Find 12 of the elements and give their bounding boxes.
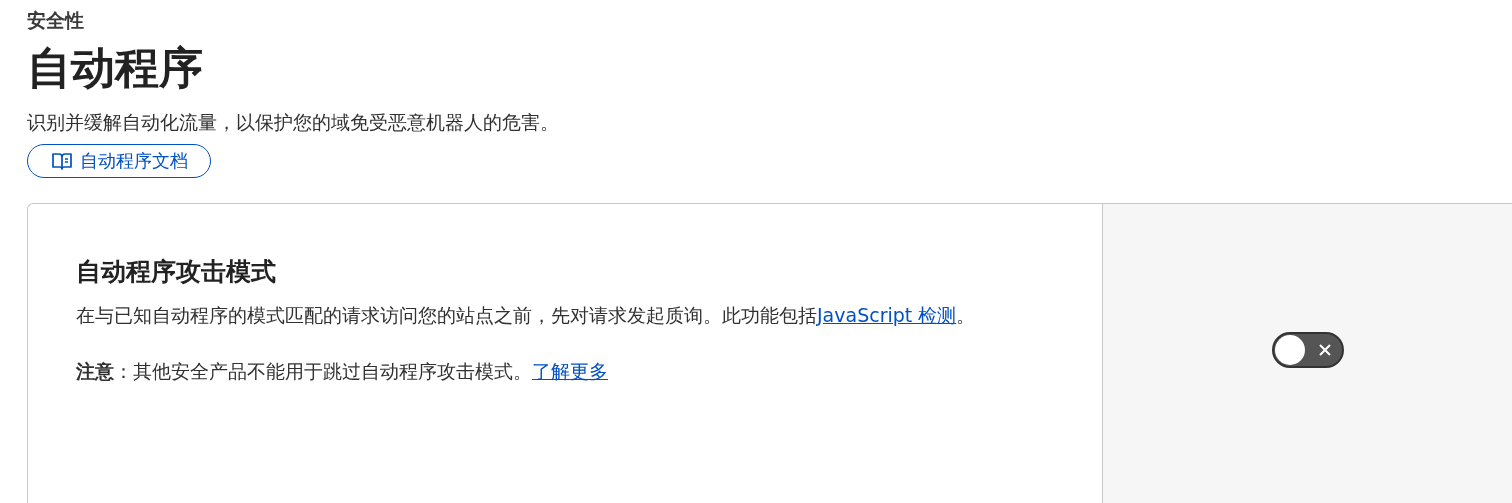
- page-title: 自动程序: [27, 41, 204, 95]
- toggle-switch[interactable]: [1271, 332, 1344, 368]
- book-icon: [52, 152, 72, 170]
- close-icon: [1317, 343, 1332, 357]
- section-label: 安全性: [27, 8, 85, 33]
- learn-more-link[interactable]: 了解更多: [532, 360, 608, 382]
- setting-description: 在与已知自动程序的模式匹配的请求访问您的站点之前，先对请求发起质询。此功能包括JavaScript 检测。: [76, 303, 977, 328]
- setting-title: 自动程序攻击模式: [76, 256, 277, 288]
- javascript-detection-link[interactable]: JavaScript 检测: [817, 304, 957, 326]
- docs-button[interactable]: 自动程序文档: [27, 144, 211, 178]
- page-description: 识别并缓解自动化流量，以保护您的域免受恶意机器人的危害。: [27, 110, 560, 135]
- setting-note: 注意：其他安全产品不能用于跳过自动程序攻击模式。了解更多: [76, 359, 609, 384]
